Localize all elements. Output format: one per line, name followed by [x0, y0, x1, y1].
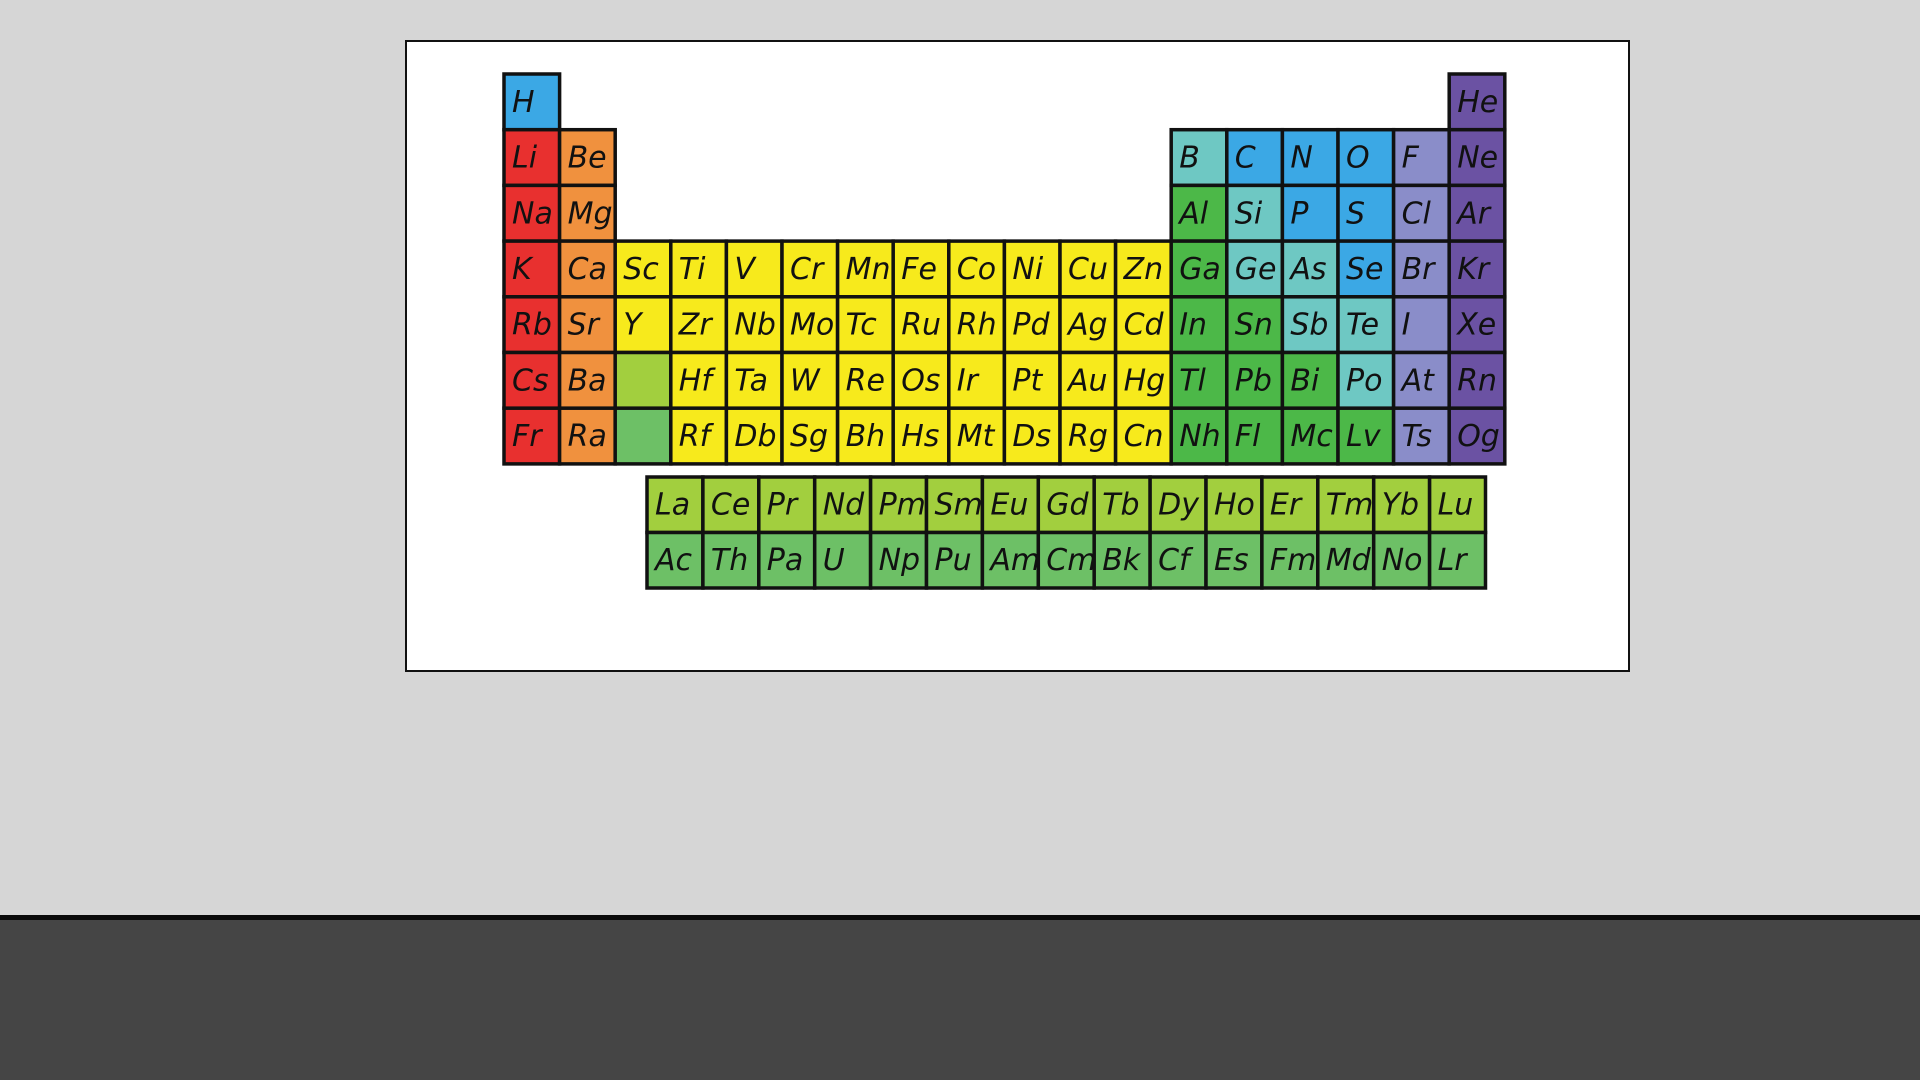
bottom-panel: [0, 915, 1920, 1080]
slide-card: [405, 40, 1630, 672]
